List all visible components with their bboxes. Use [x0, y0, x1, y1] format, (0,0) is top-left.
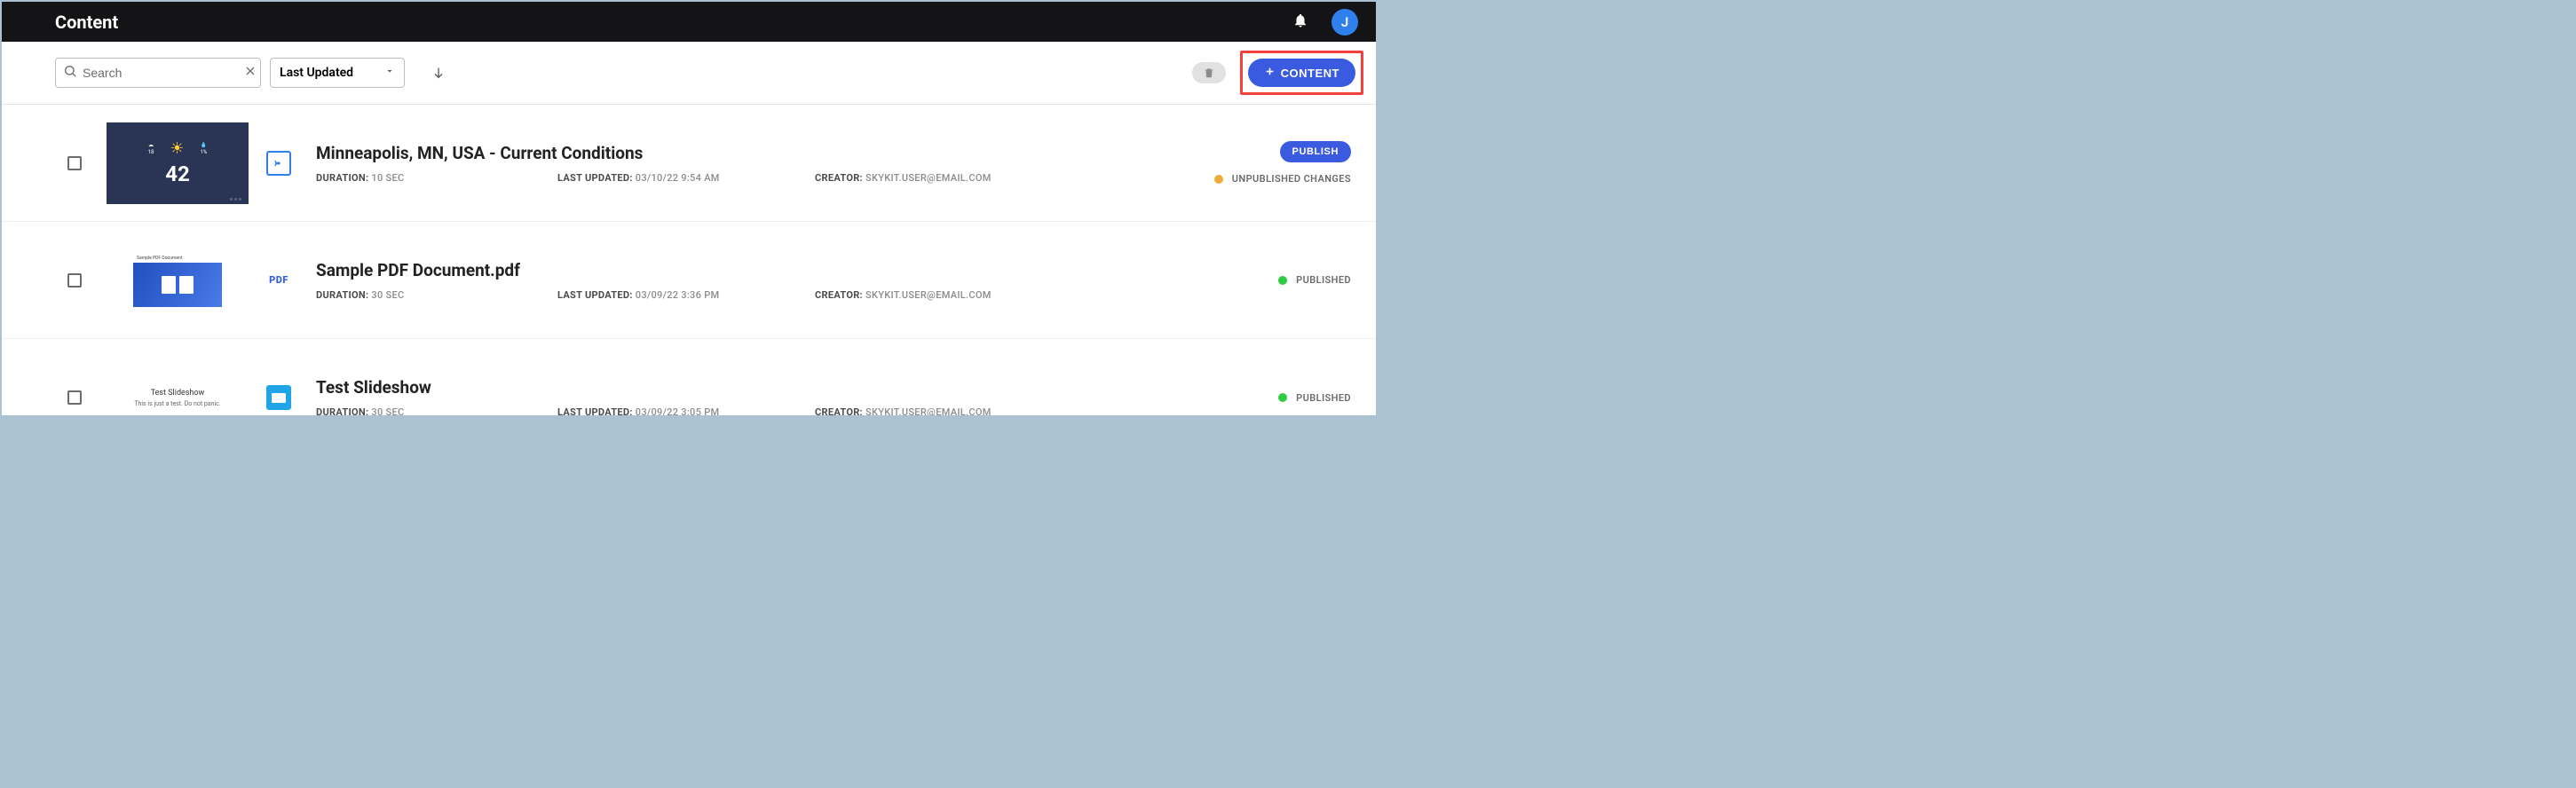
content-row[interactable]: Sample PDF Document PDF Sample PDF Docum… — [2, 222, 1376, 339]
content-row[interactable]: Test Slideshow This is just a test. Do n… — [2, 339, 1376, 417]
topbar: Content J — [2, 2, 1376, 42]
topbar-right: J — [1292, 9, 1358, 35]
content-meta: DURATION: 30 SEC LAST UPDATED: 03/09/22 … — [316, 406, 1156, 417]
status-dot-icon — [1278, 393, 1287, 402]
publish-button[interactable]: PUBLISH — [1280, 141, 1351, 162]
content-thumbnail: Sample PDF Document — [107, 240, 249, 321]
sort-direction-button[interactable] — [430, 64, 447, 82]
content-title: Test Slideshow — [316, 377, 1156, 398]
status-dot-icon — [1278, 276, 1287, 285]
content-meta: DURATION: 30 SEC LAST UPDATED: 03/09/22 … — [316, 289, 1156, 301]
row-checkbox[interactable] — [67, 156, 82, 170]
trash-button — [1192, 62, 1226, 83]
pdf-icon: PDF — [266, 268, 291, 293]
content-title: Sample PDF Document.pdf — [316, 260, 1156, 280]
slideshow-icon — [266, 385, 291, 410]
status-badge: UNPUBLISHED CHANGES — [1214, 173, 1351, 185]
content-meta: DURATION: 10 SEC LAST UPDATED: 03/10/22 … — [316, 172, 1156, 184]
avatar[interactable]: J — [1331, 9, 1358, 35]
pdf-thumb: Sample PDF Document — [133, 254, 222, 307]
add-content-highlight: CONTENT — [1240, 51, 1363, 95]
slideshow-thumb: Test Slideshow This is just a test. Do n… — [129, 389, 226, 407]
search-input[interactable] — [77, 66, 243, 80]
content-title: Minneapolis, MN, USA - Current Condition… — [316, 143, 1156, 163]
weather-thumb: ☁18 ☀ 💧1% 42 — [107, 122, 249, 204]
sort-label: Last Updated — [280, 66, 353, 80]
add-content-label: CONTENT — [1281, 67, 1339, 80]
toolbar: Last Updated CONTENT — [2, 42, 1376, 105]
row-checkbox[interactable] — [67, 390, 82, 405]
add-content-button[interactable]: CONTENT — [1248, 59, 1355, 87]
sort-select[interactable]: Last Updated — [270, 58, 405, 88]
page-title: Content — [55, 12, 118, 33]
status-badge: PUBLISHED — [1278, 274, 1351, 286]
plus-icon — [1264, 66, 1276, 80]
content-thumbnail: ☁18 ☀ 💧1% 42 — [107, 122, 249, 204]
content-list: ☁18 ☀ 💧1% 42 Minneapolis, MN, USA - Curr… — [2, 105, 1376, 417]
chevron-down-icon — [384, 66, 395, 80]
notifications-icon[interactable] — [1292, 12, 1308, 32]
search-icon — [63, 64, 77, 82]
content-thumbnail: Test Slideshow This is just a test. Do n… — [107, 357, 249, 417]
content-row[interactable]: ☁18 ☀ 💧1% 42 Minneapolis, MN, USA - Curr… — [2, 105, 1376, 222]
row-checkbox[interactable] — [67, 273, 82, 288]
status-badge: PUBLISHED — [1278, 392, 1351, 404]
search-box — [55, 58, 261, 88]
status-dot-icon — [1214, 175, 1223, 184]
clear-search-icon[interactable] — [243, 64, 257, 82]
live-icon — [266, 151, 291, 176]
